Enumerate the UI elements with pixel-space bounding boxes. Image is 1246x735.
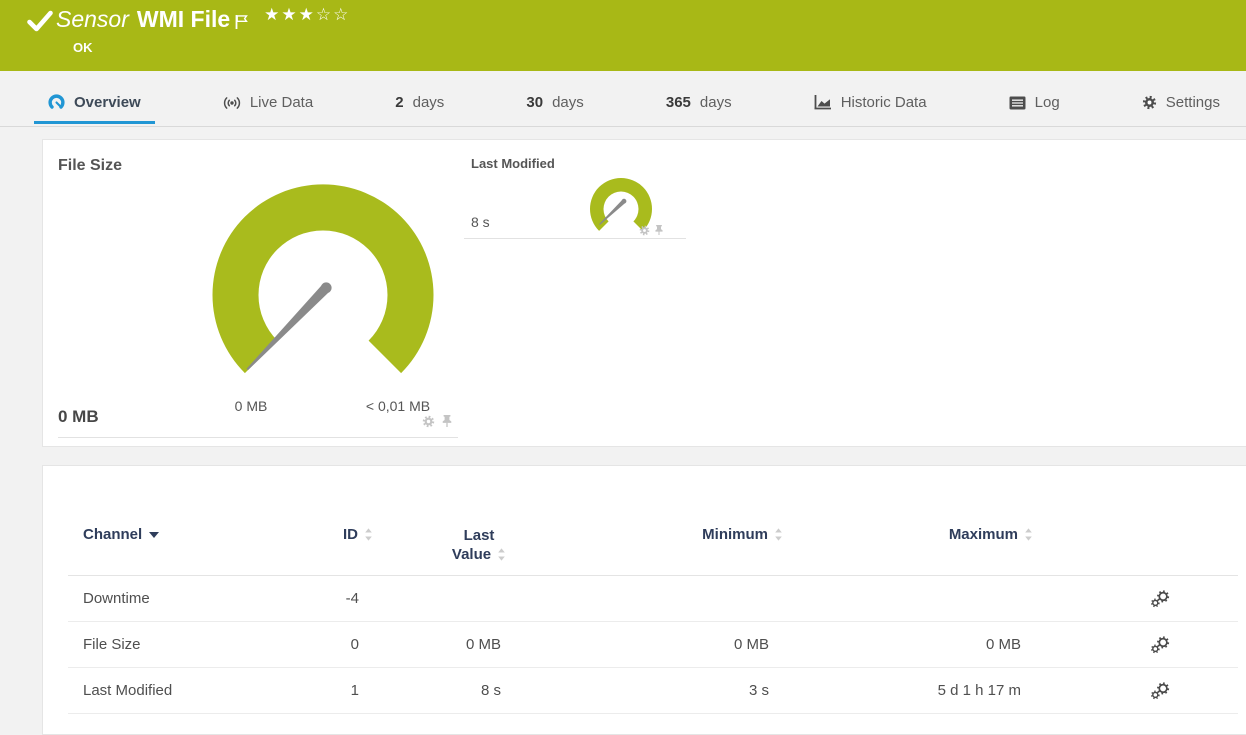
table-row-last-modified: Last Modified 1 8 s 3 s 5 d 1 h 17 m — [68, 668, 1238, 714]
sort-desc-caret-icon — [149, 532, 159, 538]
gauge-max-label: < 0,01 MB — [365, 398, 431, 414]
area-chart-icon — [814, 95, 832, 110]
gauge-tools — [639, 224, 664, 236]
gauge-separator — [464, 238, 686, 239]
tab-log[interactable]: Log — [995, 71, 1074, 126]
channel-minimum: 3 s — [748, 682, 769, 699]
tab-365-days-number: 365 — [665, 94, 691, 111]
stars-filled[interactable]: ★★★ — [264, 5, 316, 24]
gauge-settings-gear-icon[interactable] — [639, 225, 650, 236]
tab-2-days-label: days — [412, 94, 445, 111]
tab-live-data[interactable]: Live Data — [209, 71, 327, 126]
gauge-current-value: 8 s — [471, 214, 490, 230]
channel-minimum: 0 MB — [733, 636, 769, 653]
channel-name: Last Modified — [83, 682, 173, 699]
sensor-title: WMI File — [136, 6, 231, 32]
tab-log-label: Log — [1034, 94, 1060, 111]
gauge-title: Last Modified — [471, 156, 555, 171]
tab-overview[interactable]: Overview — [34, 71, 155, 126]
channels-panel: Channel ID Last Value Minimum Maximum Do… — [42, 465, 1246, 735]
tab-2-days[interactable]: 2 days — [381, 71, 458, 126]
sort-icon — [497, 548, 506, 561]
column-header-id[interactable]: ID — [323, 526, 413, 543]
channel-maximum: 0 MB — [985, 636, 1021, 653]
column-header-maximum[interactable]: Maximum — [823, 526, 1083, 543]
sort-icon — [364, 528, 373, 541]
channel-name: Downtime — [83, 590, 150, 607]
sensor-title-line: Sensor WMI File ★★★☆☆ — [56, 4, 350, 37]
channel-name: File Size — [83, 636, 141, 653]
channel-id: 0 — [350, 636, 359, 653]
tab-365-days-label: days — [699, 94, 732, 111]
gauge-tools — [422, 414, 453, 428]
sensor-kind-label: Sensor — [56, 6, 129, 32]
column-header-channel[interactable]: Channel — [68, 526, 323, 543]
stars-empty[interactable]: ☆☆ — [316, 5, 350, 24]
priority-stars[interactable]: ★★★☆☆ — [264, 5, 350, 25]
tab-settings[interactable]: Settings — [1128, 71, 1234, 126]
flag-icon[interactable] — [235, 7, 248, 37]
tab-overview-label: Overview — [74, 94, 141, 111]
tab-historic-data[interactable]: Historic Data — [800, 71, 941, 126]
gauge-settings-gear-icon[interactable] — [422, 415, 435, 428]
gauge-title: File Size — [58, 157, 123, 174]
sort-icon — [774, 528, 783, 541]
gauge-current-value: 0 MB — [58, 407, 99, 426]
tab-historic-data-label: Historic Data — [840, 94, 927, 111]
channel-id: 1 — [350, 682, 359, 699]
column-header-last-value[interactable]: Last Value — [413, 526, 553, 564]
channel-last-value: 8 s — [480, 682, 501, 699]
tab-30-days[interactable]: 30 days — [512, 71, 597, 126]
tab-30-days-number: 30 — [526, 94, 544, 111]
tab-bar: Overview Live Data 2 days 30 days 365 da… — [0, 71, 1246, 127]
sensor-header: Sensor WMI File ★★★☆☆ OK — [0, 0, 1246, 71]
live-icon — [223, 95, 241, 111]
tab-30-days-label: days — [552, 94, 584, 111]
gauge-icon — [48, 94, 65, 111]
gauge-separator — [58, 437, 458, 438]
log-icon — [1009, 96, 1026, 110]
channel-maximum: 5 d 1 h 17 m — [937, 682, 1021, 699]
tab-live-data-label: Live Data — [249, 94, 314, 111]
sort-icon — [1024, 528, 1033, 541]
channel-settings-gears-icon[interactable] — [1151, 682, 1170, 700]
tab-2-days-number: 2 — [395, 94, 404, 111]
gear-icon — [1142, 95, 1157, 110]
tab-365-days[interactable]: 365 days — [652, 71, 746, 126]
channel-table-header: Channel ID Last Value Minimum Maximum — [68, 466, 1238, 576]
gauge-pin-icon[interactable] — [441, 414, 453, 428]
channel-last-value: 0 MB — [465, 636, 501, 653]
sensor-status-badge: OK — [73, 40, 93, 55]
gauge-min-label: 0 MB — [234, 398, 268, 414]
gauges-panel: File Size 0 MB < 0,01 MB 0 MB Last Modif… — [42, 139, 1246, 447]
file-size-gauge — [212, 184, 434, 374]
channel-settings-gears-icon[interactable] — [1151, 590, 1170, 608]
status-ok-check-icon — [27, 10, 53, 32]
gauge-pin-icon[interactable] — [654, 224, 664, 236]
table-row-file-size: File Size 0 0 MB 0 MB 0 MB — [68, 622, 1238, 668]
column-header-minimum[interactable]: Minimum — [553, 526, 823, 543]
table-row-downtime: Downtime -4 — [68, 576, 1238, 622]
channel-id: -4 — [345, 590, 359, 607]
prtg-sensor-page: Sensor WMI File ★★★☆☆ OK Overview Live D… — [0, 0, 1246, 735]
tab-settings-label: Settings — [1165, 94, 1220, 111]
channel-settings-gears-icon[interactable] — [1151, 636, 1170, 654]
